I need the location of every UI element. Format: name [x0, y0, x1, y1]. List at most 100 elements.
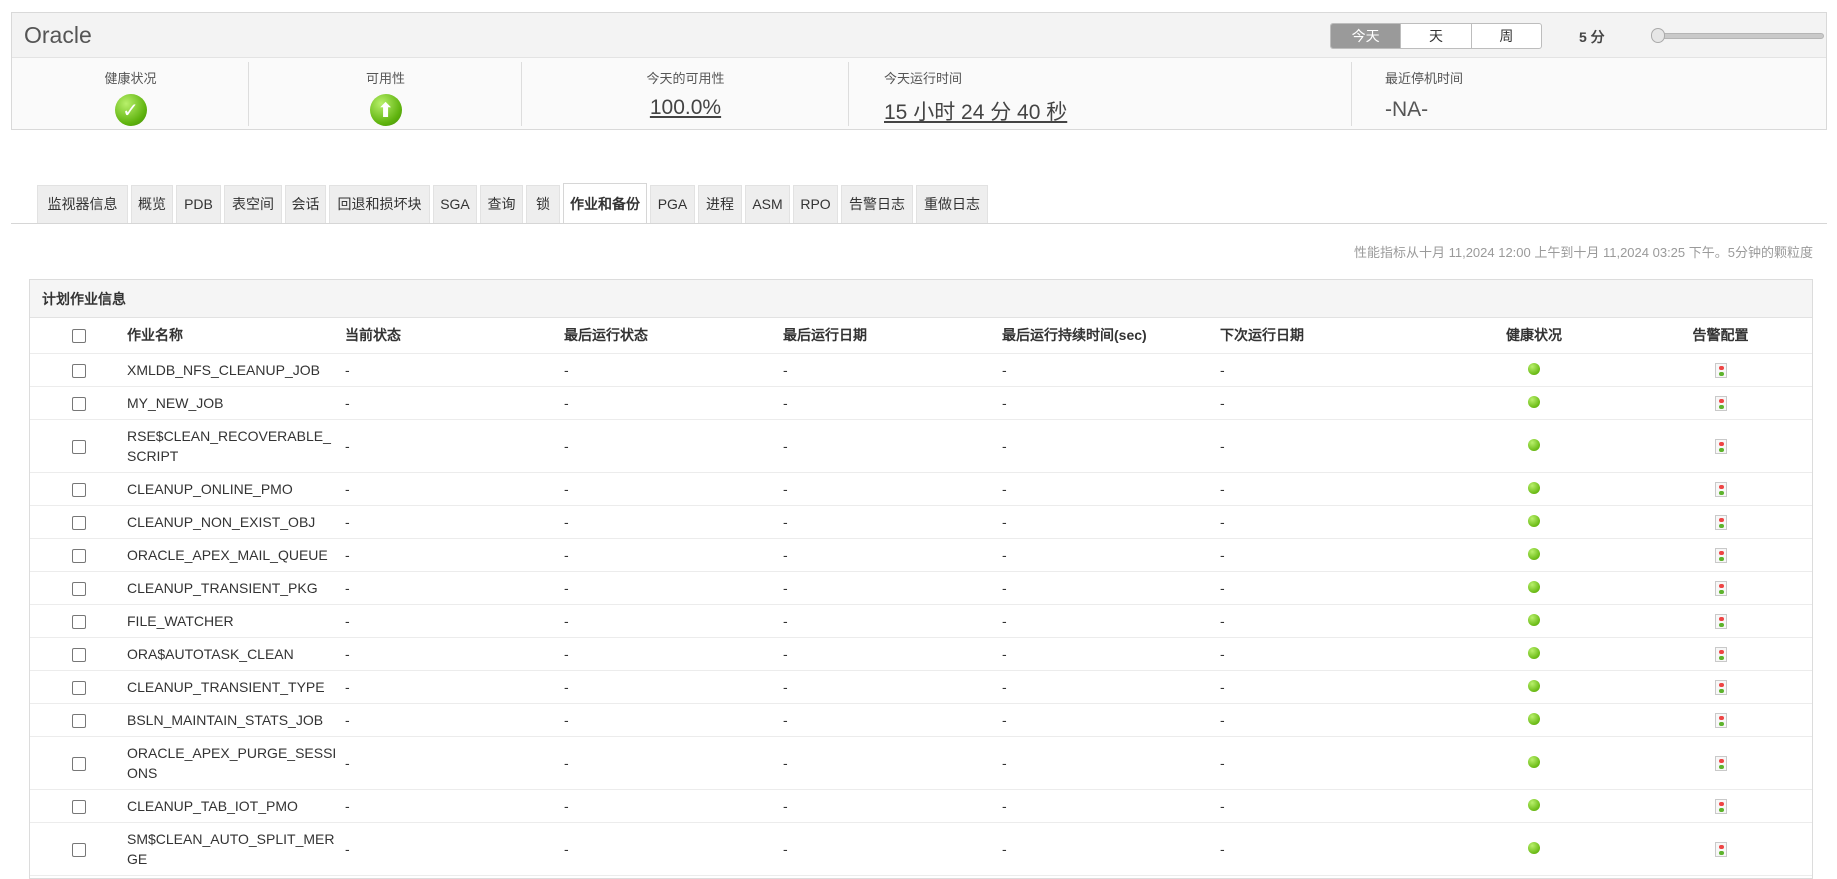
job-name[interactable]: CLEANUP_TRANSIENT_PKG	[127, 578, 345, 598]
tab-overview[interactable]: 概览	[131, 185, 173, 223]
alert-config-icon[interactable]	[1714, 547, 1727, 563]
column-header-last-run-status[interactable]: 最后运行状态	[564, 318, 783, 354]
row-checkbox[interactable]	[71, 439, 86, 454]
alert-config-icon[interactable]	[1714, 646, 1727, 662]
job-name[interactable]: CLEANUP_TRANSIENT_TYPE	[127, 677, 345, 697]
table-row: FILE_WATCHER - - - - -	[30, 604, 1812, 638]
row-checkbox[interactable]	[71, 396, 86, 411]
row-checkbox[interactable]	[71, 680, 86, 695]
last-run-date-cell: -	[783, 353, 1002, 387]
column-header-last-run-date[interactable]: 最后运行日期	[783, 318, 1002, 354]
job-name[interactable]: ORACLE_APEX_PURGE_SESSIONS	[127, 743, 345, 783]
row-checkbox[interactable]	[71, 713, 86, 728]
alert-config-icon[interactable]	[1714, 712, 1727, 728]
job-name[interactable]: BSLN_MAINTAIN_STATS_JOB	[127, 710, 345, 730]
last-run-date-cell: -	[783, 386, 1002, 420]
row-checkbox[interactable]	[71, 799, 86, 814]
next-run-date-cell: -	[1220, 822, 1439, 876]
alert-config-icon[interactable]	[1714, 613, 1727, 629]
last-run-status-cell: -	[564, 472, 783, 506]
tab-pdb[interactable]: PDB	[176, 185, 221, 223]
health-cell	[1439, 789, 1629, 823]
current-status-cell: -	[345, 637, 564, 671]
job-name[interactable]: CLEANUP_NON_EXIST_OBJ	[127, 512, 345, 532]
last-run-duration-cell: -	[1002, 538, 1220, 572]
alert-config-icon[interactable]	[1714, 841, 1727, 857]
alert-config-cell	[1629, 736, 1812, 790]
granularity-slider-handle[interactable]	[1651, 28, 1665, 43]
granularity-slider[interactable]	[1652, 33, 1824, 39]
availability-label: 可用性	[365, 71, 405, 86]
row-checkbox[interactable]	[71, 581, 86, 596]
column-header-job-name[interactable]: 作业名称	[127, 318, 345, 354]
alert-config-icon[interactable]	[1714, 580, 1727, 596]
today-availability-metric: 今天的可用性 100.0%	[522, 58, 849, 130]
last-run-duration-cell: -	[1002, 386, 1220, 420]
last-run-duration-cell: -	[1002, 822, 1220, 876]
job-name[interactable]: RSE$CLEAN_RECOVERABLE_SCRIPT	[127, 426, 345, 466]
row-checkbox[interactable]	[71, 647, 86, 662]
column-header-current-status[interactable]: 当前状态	[345, 318, 564, 354]
alert-config-icon[interactable]	[1714, 481, 1727, 497]
tab-rollback-corrupt-blocks[interactable]: 回退和损坏块	[329, 185, 430, 223]
row-checkbox[interactable]	[71, 548, 86, 563]
tab-query[interactable]: 查询	[480, 185, 523, 223]
today-availability-value[interactable]: 100.0%	[522, 96, 849, 120]
last-run-status-cell: -	[564, 353, 783, 387]
tab-monitor-info[interactable]: 监视器信息	[37, 185, 128, 223]
row-checkbox[interactable]	[71, 363, 86, 378]
tab-sessions[interactable]: 会话	[285, 185, 326, 223]
tab-alert-log[interactable]: 告警日志	[841, 185, 913, 223]
column-header-next-run-date[interactable]: 下次运行日期	[1220, 318, 1439, 354]
period-today-button[interactable]: 今天	[1331, 24, 1402, 48]
row-checkbox[interactable]	[71, 614, 86, 629]
last-downtime-value: -NA-	[1385, 98, 1429, 121]
table-row: XMLDB_NFS_CLEANUP_JOB - - - - -	[30, 353, 1812, 387]
job-name-cell: ORA$AUTOTASK_CLEAN	[127, 637, 345, 671]
row-checkbox[interactable]	[71, 482, 86, 497]
alert-config-icon[interactable]	[1714, 395, 1727, 411]
period-day-button[interactable]: 天	[1401, 24, 1472, 48]
last-run-date-cell: -	[783, 538, 1002, 572]
row-checkbox[interactable]	[71, 842, 86, 857]
tab-asm[interactable]: ASM	[745, 185, 790, 223]
job-name[interactable]: ORA$AUTOTASK_CLEAN	[127, 644, 345, 664]
row-select-cell	[30, 789, 127, 823]
alert-config-icon[interactable]	[1714, 679, 1727, 695]
last-run-status-cell: -	[564, 670, 783, 704]
job-name[interactable]: ORACLE_APEX_MAIL_QUEUE	[127, 545, 345, 565]
next-run-date-cell: -	[1220, 789, 1439, 823]
alert-config-icon[interactable]	[1714, 755, 1727, 771]
alert-config-icon[interactable]	[1714, 798, 1727, 814]
alert-config-cell	[1629, 472, 1812, 506]
alert-config-cell	[1629, 637, 1812, 671]
job-name[interactable]: MY_NEW_JOB	[127, 393, 345, 413]
tab-processes[interactable]: 进程	[698, 185, 742, 223]
today-uptime-value[interactable]: 15 小时 24 分 40 秒	[884, 96, 1067, 126]
period-week-button[interactable]: 周	[1472, 24, 1541, 48]
alert-config-icon[interactable]	[1714, 362, 1727, 378]
job-name[interactable]: XMLDB_NFS_CLEANUP_JOB	[127, 360, 345, 380]
last-run-status-cell: -	[564, 505, 783, 539]
job-name[interactable]: CLEANUP_TAB_IOT_PMO	[127, 796, 345, 816]
alert-config-icon[interactable]	[1714, 438, 1727, 454]
job-name[interactable]: SM$CLEAN_AUTO_SPLIT_MERGE	[127, 829, 345, 869]
job-name[interactable]: CLEANUP_ONLINE_PMO	[127, 479, 345, 499]
alert-config-icon[interactable]	[1714, 514, 1727, 530]
job-name[interactable]: FILE_WATCHER	[127, 611, 345, 631]
row-checkbox[interactable]	[71, 756, 86, 771]
health-cell	[1439, 472, 1629, 506]
tab-tablespace[interactable]: 表空间	[224, 185, 282, 223]
job-name-cell: MY_NEW_JOB	[127, 386, 345, 420]
tab-redo-log[interactable]: 重做日志	[916, 185, 988, 223]
tab-jobs-backup[interactable]: 作业和备份	[563, 183, 647, 223]
tab-rpo[interactable]: RPO	[793, 185, 838, 223]
select-all-checkbox[interactable]	[71, 329, 86, 344]
tab-pga[interactable]: PGA	[650, 185, 695, 223]
tab-locks[interactable]: 锁	[526, 185, 560, 223]
availability-metric: 可用性 ⬆	[249, 58, 522, 130]
today-availability-label: 今天的可用性	[646, 71, 725, 86]
column-header-last-run-duration[interactable]: 最后运行持续时间(sec)	[1002, 318, 1220, 354]
row-checkbox[interactable]	[71, 515, 86, 530]
tab-sga[interactable]: SGA	[433, 185, 477, 223]
